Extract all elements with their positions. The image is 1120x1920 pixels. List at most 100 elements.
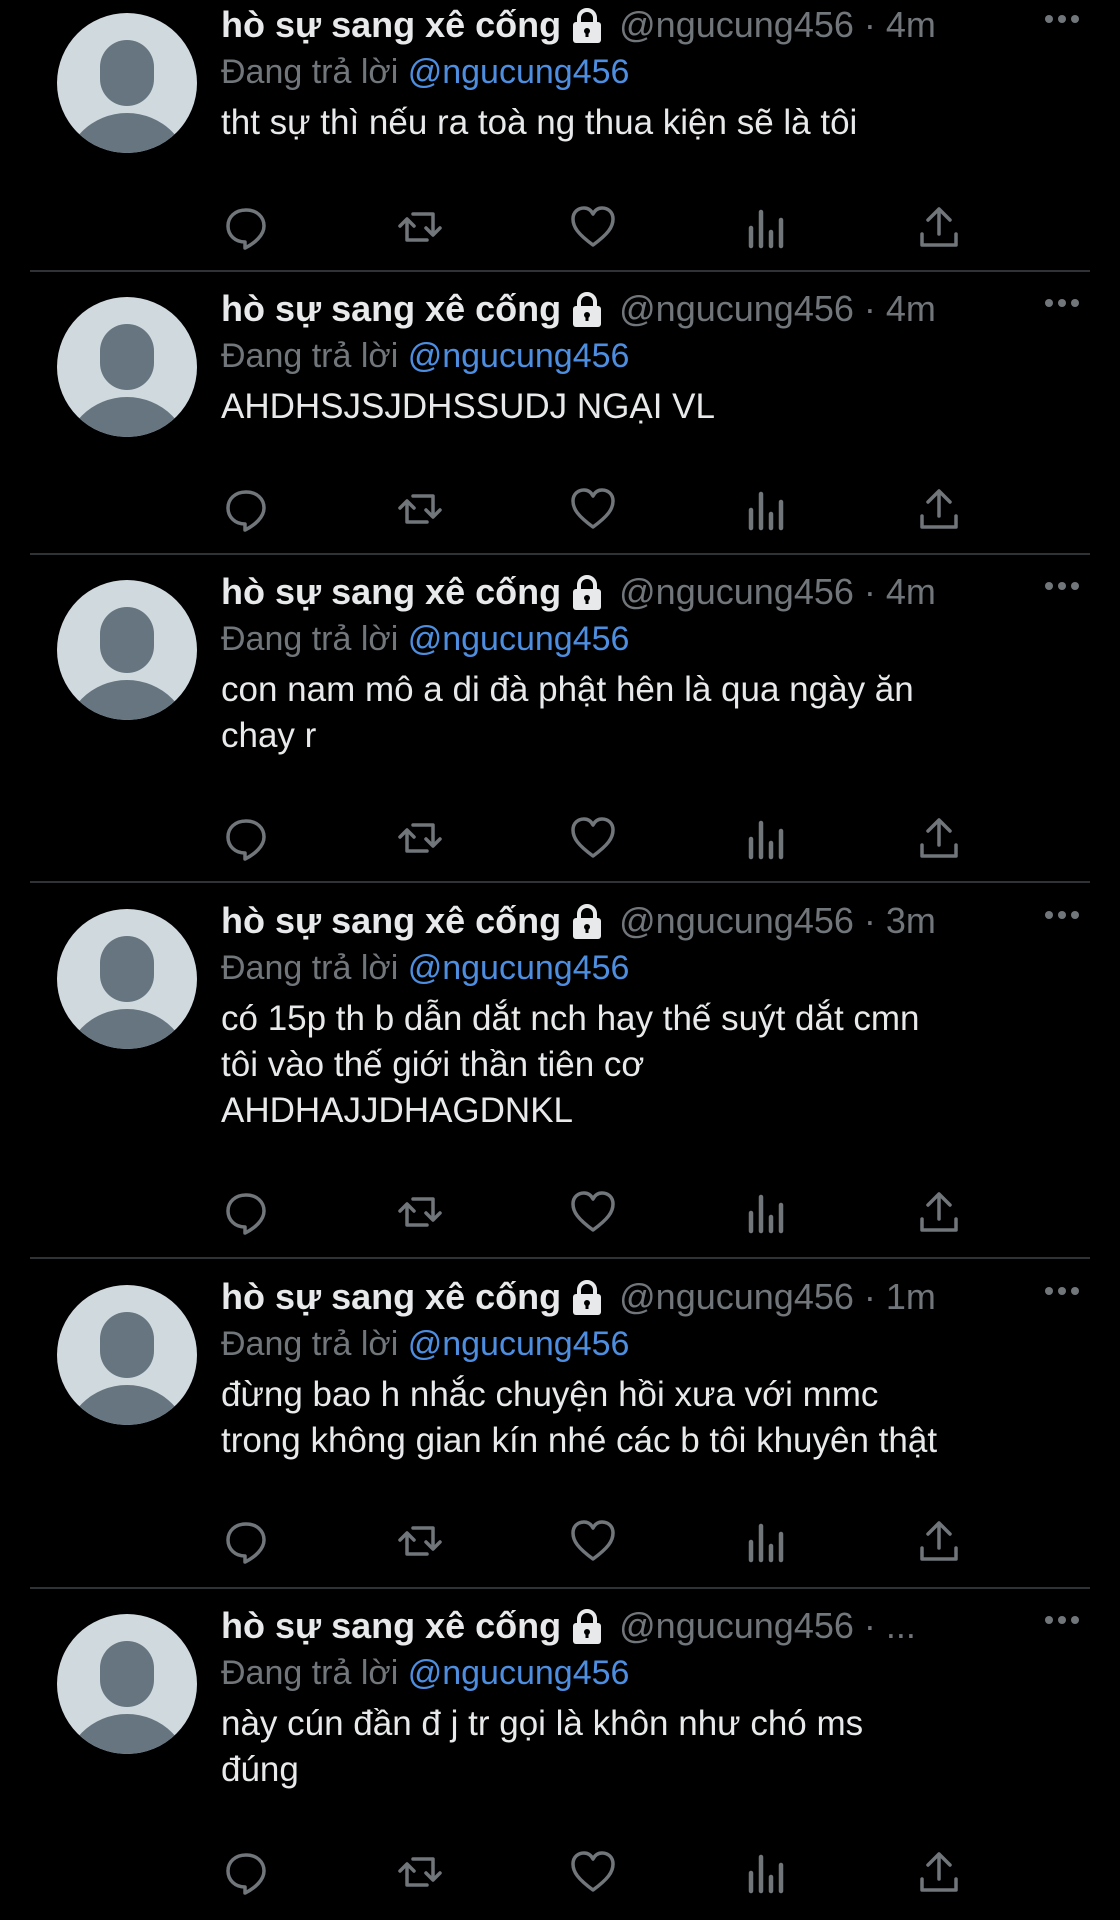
user-handle[interactable]: @ngucung456 (619, 0, 854, 50)
share-icon[interactable] (914, 484, 964, 534)
replying-to: Đang trả lời @ngucung456 (221, 1651, 1080, 1695)
display-name[interactable]: hò sự sang xê cống (221, 567, 561, 617)
reply-mention-link[interactable]: @ngucung456 (408, 53, 630, 91)
lock-icon (567, 572, 607, 612)
display-name[interactable]: hò sự sang xê cống (221, 896, 561, 946)
reply-mention-link[interactable]: @ngucung456 (408, 949, 630, 987)
views-icon[interactable] (741, 202, 791, 252)
user-handle[interactable]: @ngucung456 (619, 567, 854, 617)
reply-icon[interactable] (221, 1847, 271, 1897)
more-icon[interactable] (1044, 908, 1080, 922)
views-icon[interactable] (741, 484, 791, 534)
reply-mention-link[interactable]: @ngucung456 (408, 1325, 630, 1363)
display-name[interactable]: hò sự sang xê cống (221, 0, 561, 50)
lock-icon (567, 5, 607, 45)
like-icon[interactable] (568, 1516, 618, 1566)
reply-icon[interactable] (221, 1187, 271, 1237)
retweet-icon[interactable] (395, 1516, 445, 1566)
timestamp[interactable]: 4m (886, 567, 936, 617)
display-name[interactable]: hò sự sang xê cống (221, 1601, 561, 1651)
tweet-divider (30, 881, 1090, 883)
avatar[interactable] (57, 580, 197, 720)
tweet-content: hò sự sang xê cống @ngucung456 · 4m Đang trả… (221, 284, 1080, 430)
share-icon[interactable] (914, 1847, 964, 1897)
more-icon[interactable] (1044, 296, 1080, 310)
share-icon[interactable] (914, 813, 964, 863)
avatar[interactable] (57, 297, 197, 437)
like-icon[interactable] (568, 1187, 618, 1237)
replying-to: Đang trả lời @ngucung456 (221, 946, 1080, 990)
retweet-icon[interactable] (395, 1847, 445, 1897)
timestamp[interactable]: 1m (886, 1272, 936, 1322)
tweet-content: hò sự sang xê cống @ngucung456 ·... Đang tr… (221, 1601, 1080, 1793)
tweet-actions (221, 1847, 961, 1897)
share-icon[interactable] (914, 1516, 964, 1566)
timestamp[interactable]: 4m (886, 284, 936, 334)
tweet-header: hò sự sang xê cống @ngucung456 · 4m (221, 0, 1080, 50)
tweet-text: con nam mô a di đà phật hên là qua ngày … (221, 670, 914, 755)
tweet-header: hò sự sang xê cống @ngucung456 · 1m (221, 1272, 1080, 1322)
tweet-text: AHDHSJSJDHSSUDJ NGẠI VL (221, 387, 715, 426)
views-icon[interactable] (741, 1847, 791, 1897)
user-handle[interactable]: @ngucung456 (619, 896, 854, 946)
replying-to: Đang trả lời @ngucung456 (221, 1322, 1080, 1366)
timestamp[interactable]: 4m (886, 0, 936, 50)
reply-mention-link[interactable]: @ngucung456 (408, 1654, 630, 1692)
user-handle[interactable]: @ngucung456 (619, 284, 854, 334)
avatar-body-silhouette (63, 113, 191, 153)
share-icon[interactable] (914, 202, 964, 252)
user-handle[interactable]: @ngucung456 (619, 1601, 854, 1651)
more-icon[interactable] (1044, 579, 1080, 593)
display-name[interactable]: hò sự sang xê cống (221, 284, 561, 334)
tweet-divider (30, 553, 1090, 555)
reply-icon[interactable] (221, 484, 271, 534)
reply-mention-link[interactable]: @ngucung456 (408, 620, 630, 658)
more-icon[interactable] (1044, 1613, 1080, 1627)
retweet-icon[interactable] (395, 484, 445, 534)
retweet-icon[interactable] (395, 813, 445, 863)
replying-to-label: Đang trả lời (221, 53, 399, 91)
replying-to-label: Đang trả lời (221, 1654, 399, 1692)
user-handle[interactable]: @ngucung456 (619, 1272, 854, 1322)
like-icon[interactable] (568, 202, 618, 252)
tweet-content: hò sự sang xê cống @ngucung456 · 3m Đang trả… (221, 896, 1080, 1134)
avatar-body-silhouette (63, 1385, 191, 1425)
tweet-divider (30, 270, 1090, 272)
reply-icon[interactable] (221, 1516, 271, 1566)
avatar-head-silhouette (100, 40, 154, 106)
tweet-text: có 15p th b dẫn dắt nch hay thế suýt dắt… (221, 999, 920, 1130)
tweet-divider (30, 1587, 1090, 1589)
retweet-icon[interactable] (395, 1187, 445, 1237)
views-icon[interactable] (741, 1187, 791, 1237)
like-icon[interactable] (568, 813, 618, 863)
tweet-text: tht sự thì nếu ra toà ng thua kiện sẽ là… (221, 103, 858, 142)
views-icon[interactable] (741, 813, 791, 863)
lock-icon (567, 289, 607, 329)
timestamp[interactable]: 3m (886, 896, 936, 946)
lock-icon (567, 901, 607, 941)
display-name[interactable]: hò sự sang xê cống (221, 1272, 561, 1322)
like-icon[interactable] (568, 1847, 618, 1897)
avatar-body-silhouette (63, 397, 191, 437)
views-icon[interactable] (741, 1516, 791, 1566)
more-icon[interactable] (1044, 12, 1080, 26)
avatar[interactable] (57, 13, 197, 153)
tweet-header: hò sự sang xê cống @ngucung456 ·... (221, 1601, 1080, 1651)
retweet-icon[interactable] (395, 202, 445, 252)
share-icon[interactable] (914, 1187, 964, 1237)
avatar[interactable] (57, 909, 197, 1049)
avatar[interactable] (57, 1285, 197, 1425)
avatar[interactable] (57, 1614, 197, 1754)
more-icon[interactable] (1044, 1284, 1080, 1298)
reply-mention-link[interactable]: @ngucung456 (408, 337, 630, 375)
reply-icon[interactable] (221, 813, 271, 863)
tweet-divider (30, 1257, 1090, 1259)
reply-icon[interactable] (221, 202, 271, 252)
tweet-actions (221, 202, 961, 252)
tweet-content: hò sự sang xê cống @ngucung456 · 4m Đang trả… (221, 567, 1080, 759)
replying-to: Đang trả lời @ngucung456 (221, 334, 1080, 378)
avatar-body-silhouette (63, 1009, 191, 1049)
replying-to: Đang trả lời @ngucung456 (221, 50, 1080, 94)
like-icon[interactable] (568, 484, 618, 534)
timestamp[interactable]: ... (886, 1601, 916, 1651)
